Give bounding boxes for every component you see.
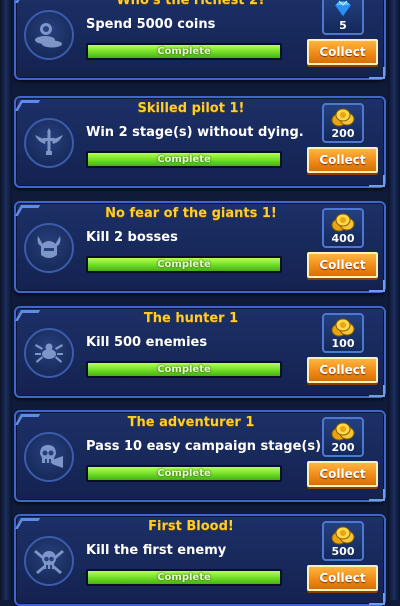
quest-description: Kill 500 enemies (86, 335, 208, 350)
reward-amount: 100 (331, 337, 355, 350)
reward-box: 400 (322, 208, 364, 248)
bug-icon (24, 328, 74, 378)
quest-title: Who's the richest 2? (116, 0, 266, 8)
skull-crossbones-icon (24, 536, 74, 586)
reward-box: 200 (322, 417, 364, 457)
reward-box: 100 (322, 313, 364, 353)
collect-button[interactable]: Collect (307, 357, 378, 383)
winged-sword-icon (24, 118, 74, 168)
collect-button[interactable]: Collect (307, 147, 378, 173)
card-corner-decoration (369, 593, 385, 605)
card-corner-decoration (14, 414, 41, 425)
horned-helmet-icon (24, 223, 74, 273)
progress-bar: Complete (86, 465, 282, 482)
quest-description: Pass 10 easy campaign stage(s) (86, 439, 322, 454)
progress-bar: Complete (86, 151, 282, 168)
progress-status: Complete (157, 46, 211, 57)
progress-bar: Complete (86, 256, 282, 273)
card-corner-decoration (14, 205, 41, 216)
quest-description: Kill 2 bosses (86, 230, 178, 245)
card-corner-decoration (14, 0, 41, 3)
card-corner-decoration (369, 489, 385, 501)
quest-list[interactable]: Who's the richest 2? Spend 5000 coins Co… (0, 0, 400, 606)
reward-box: 200 (322, 103, 364, 143)
collect-button[interactable]: Collect (307, 39, 378, 65)
card-corner-decoration (14, 518, 41, 529)
card-corner-decoration (369, 175, 385, 187)
progress-status: Complete (157, 364, 211, 375)
quest-title: Skilled pilot 1! (137, 101, 245, 116)
quest-title: First Blood! (148, 519, 234, 534)
coin-icon (331, 526, 355, 545)
reward-amount: 200 (331, 127, 355, 140)
quest-title: The adventurer 1 (127, 415, 255, 430)
quest-card: Who's the richest 2? Spend 5000 coins Co… (14, 0, 386, 80)
progress-status: Complete (157, 154, 211, 165)
reward-amount: 5 (339, 19, 347, 32)
collect-button[interactable]: Collect (307, 565, 378, 591)
collect-button[interactable]: Collect (307, 252, 378, 278)
progress-bar: Complete (86, 569, 282, 586)
progress-bar: Complete (86, 43, 282, 60)
quest-description: Kill the first enemy (86, 543, 227, 558)
coin-icon (331, 422, 355, 441)
skull-flag-icon (24, 432, 74, 482)
quest-title: No fear of the giants 1! (105, 206, 277, 221)
quest-card: First Blood! Kill the first enemy Comple… (14, 514, 386, 606)
card-corner-decoration (14, 310, 41, 321)
collect-button[interactable]: Collect (307, 461, 378, 487)
reward-amount: 400 (331, 232, 355, 245)
coin-stack-icon (24, 10, 74, 60)
progress-status: Complete (157, 572, 211, 583)
progress-status: Complete (157, 468, 211, 479)
card-corner-decoration (14, 100, 41, 111)
reward-box: 5 (322, 0, 364, 35)
coin-icon (331, 108, 355, 127)
card-corner-decoration (369, 280, 385, 292)
reward-box: 500 (322, 521, 364, 561)
coin-icon (331, 213, 355, 232)
card-corner-decoration (369, 67, 385, 79)
card-corner-decoration (369, 385, 385, 397)
quest-description: Spend 5000 coins (86, 17, 216, 32)
progress-bar: Complete (86, 361, 282, 378)
quest-card: Skilled pilot 1! Win 2 stage(s) without … (14, 96, 386, 188)
quest-card: No fear of the giants 1! Kill 2 bosses C… (14, 201, 386, 293)
quest-card: The hunter 1 Kill 500 enemies Complete 1… (14, 306, 386, 398)
coin-icon (331, 318, 355, 337)
reward-amount: 500 (331, 545, 355, 558)
gem-icon (334, 0, 352, 17)
progress-status: Complete (157, 259, 211, 270)
quest-card: The adventurer 1 Pass 10 easy campaign s… (14, 410, 386, 502)
quest-title: The hunter 1 (143, 311, 239, 326)
quest-description: Win 2 stage(s) without dying. (86, 125, 304, 140)
reward-amount: 200 (331, 441, 355, 454)
